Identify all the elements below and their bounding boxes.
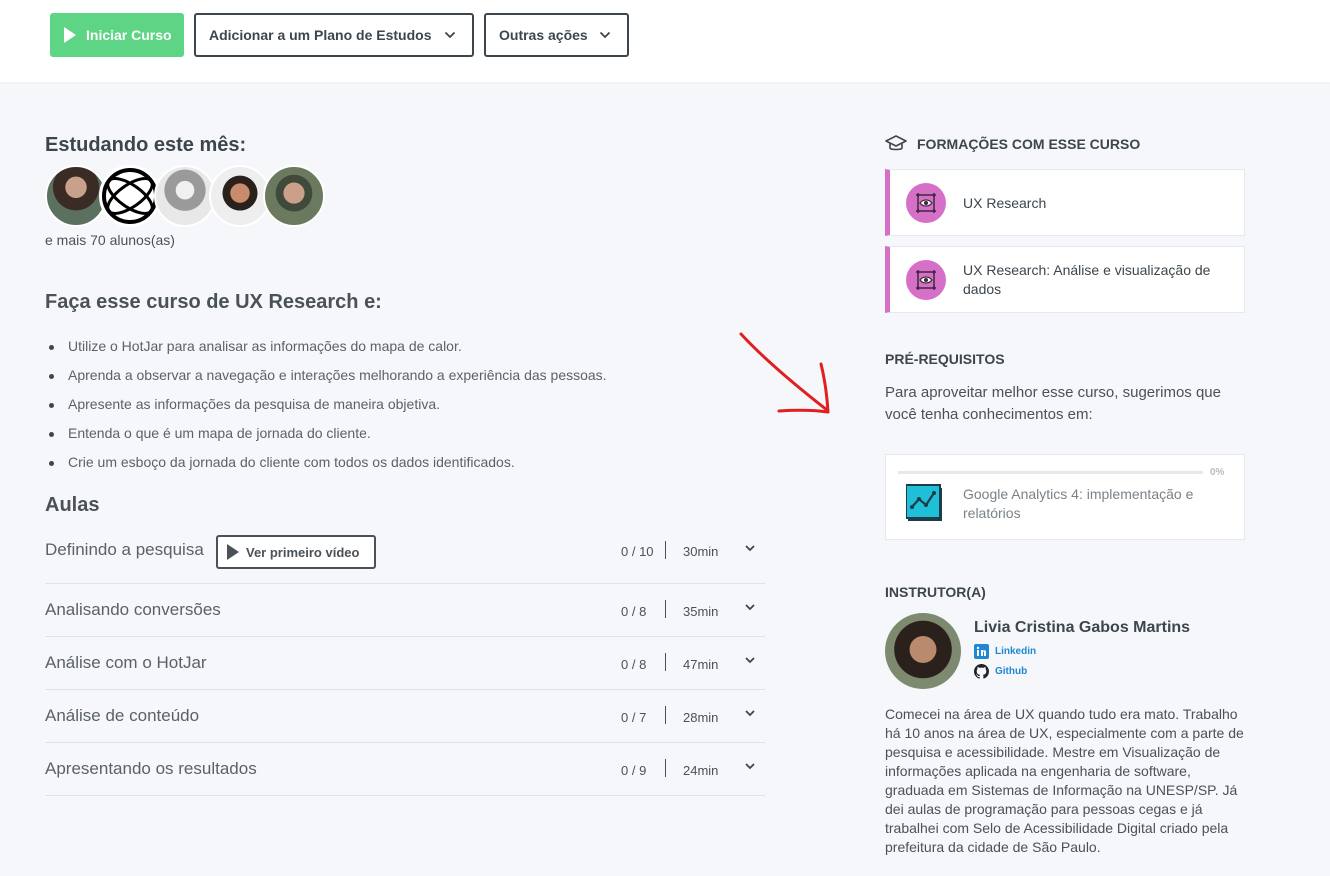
start-course-label: Iniciar Curso xyxy=(86,27,172,43)
lesson-progress-count: 0 / 7 xyxy=(621,710,647,725)
avatar[interactable] xyxy=(209,165,271,227)
lesson-duration: 24min xyxy=(683,763,719,778)
instructor-bio: Comecei na área de UX quando tudo era ma… xyxy=(885,706,1244,855)
lesson-title: Análise de conteúdo xyxy=(45,706,200,725)
avatar[interactable] xyxy=(263,165,325,227)
avatar[interactable] xyxy=(45,165,107,227)
prerequisite-course-title: Google Analytics 4: implementação e rela… xyxy=(963,486,1194,521)
eye-frame-icon xyxy=(906,260,946,300)
formations-heading: FORMAÇÕES COM ESSE CURSO xyxy=(917,136,1141,152)
list-item: Entenda o que é um mapa de jornada do cl… xyxy=(45,425,607,454)
lesson-progress-count: 0 / 9 xyxy=(621,763,647,778)
lesson-duration: 28min xyxy=(683,710,719,725)
action-bar: Iniciar Curso Adicionar a um Plano de Es… xyxy=(0,0,1330,82)
add-to-study-plan-button[interactable]: Adicionar a um Plano de Estudos xyxy=(194,13,474,57)
linkedin-link[interactable]: Linkedin xyxy=(974,644,1036,659)
chevron-down-icon xyxy=(599,31,611,39)
lesson-progress-count: 0 / 8 xyxy=(621,657,647,672)
formation-title: UX Research: Análise e visualização de d… xyxy=(963,262,1211,297)
other-actions-button[interactable]: Outras ações xyxy=(484,13,629,57)
formations-section-title: FORMAÇÕES COM ESSE CURSO xyxy=(885,134,1140,154)
lesson-title: Apresentando os resultados xyxy=(45,759,257,778)
chevron-down-icon xyxy=(745,710,755,717)
list-item: Utilize o HotJar para analisar as inform… xyxy=(45,338,607,367)
course-benefits-heading: Faça esse curso de UX Research e: xyxy=(45,291,382,313)
github-label: Github xyxy=(995,666,1028,677)
linkedin-label: Linkedin xyxy=(995,646,1037,657)
watch-first-video-button[interactable]: Ver primeiro vídeo xyxy=(216,535,376,569)
lesson-progress-count: 0 / 10 xyxy=(621,544,654,559)
instructor-heading: INSTRUTOR(A) xyxy=(885,584,986,600)
lesson-progress-count: 0 / 8 xyxy=(621,604,647,619)
lesson-title: Analisando conversões xyxy=(45,600,221,619)
chevron-down-icon xyxy=(745,763,755,770)
play-icon xyxy=(227,544,239,560)
student-avatars xyxy=(45,165,335,227)
prerequisite-course-card[interactable]: 0% Google Analytics 4: implementação e r… xyxy=(885,454,1245,540)
lessons-heading: Aulas xyxy=(45,494,100,516)
studying-heading: Estudando este mês: xyxy=(45,134,247,156)
other-actions-label: Outras ações xyxy=(499,27,588,43)
start-course-button[interactable]: Iniciar Curso xyxy=(50,13,184,57)
lesson-row[interactable]: Definindo a pesquisa Ver primeiro vídeo … xyxy=(45,527,765,584)
lesson-duration: 47min xyxy=(683,657,719,672)
lessons-list: Definindo a pesquisa Ver primeiro vídeo … xyxy=(45,527,765,796)
more-students-text: e mais 70 alunos(as) xyxy=(45,232,175,248)
github-icon xyxy=(974,664,989,679)
lesson-title: Análise com o HotJar xyxy=(45,653,207,672)
formation-card[interactable]: UX Research xyxy=(885,169,1245,236)
instructor-avatar xyxy=(885,613,961,689)
list-item: Aprenda a observar a navegação e interaç… xyxy=(45,367,607,396)
graduation-cap-icon xyxy=(885,135,907,151)
progress-bar xyxy=(898,471,1203,474)
list-item: Crie um esboço da jornada do cliente com… xyxy=(45,454,607,483)
formation-title: UX Research xyxy=(963,195,1047,211)
lesson-row[interactable]: Análise com o HotJar 0 / 8 47min xyxy=(45,637,765,690)
chevron-down-icon xyxy=(745,657,755,664)
lesson-row[interactable]: Apresentando os resultados 0 / 9 24min xyxy=(45,743,765,796)
avatar[interactable] xyxy=(99,165,161,227)
chevron-down-icon xyxy=(444,31,456,39)
linkedin-icon xyxy=(974,644,989,659)
benefits-list: Utilize o HotJar para analisar as inform… xyxy=(45,338,607,483)
formation-card[interactable]: UX Research: Análise e visualização de d… xyxy=(885,246,1245,313)
instructor-name: Livia Cristina Gabos Martins xyxy=(974,619,1191,636)
prerequisites-text: Para aproveitar melhor esse curso, suger… xyxy=(885,384,1221,423)
chevron-down-icon xyxy=(745,604,755,611)
watch-first-video-label: Ver primeiro vídeo xyxy=(246,544,360,560)
lesson-duration: 30min xyxy=(683,544,719,559)
prerequisites-heading: PRÉ-REQUISITOS xyxy=(885,351,1005,367)
eye-frame-icon xyxy=(906,183,946,223)
lesson-duration: 35min xyxy=(683,604,719,619)
chevron-down-icon xyxy=(745,545,755,552)
lesson-title: Definindo a pesquisa xyxy=(45,540,204,559)
lesson-row[interactable]: Análise de conteúdo 0 / 7 28min xyxy=(45,690,765,743)
github-link[interactable]: Github xyxy=(974,664,1027,679)
progress-percent: 0% xyxy=(1210,467,1225,478)
play-icon xyxy=(64,27,76,43)
annotation-arrow-icon xyxy=(739,332,830,414)
avatar[interactable] xyxy=(154,165,216,227)
lesson-row[interactable]: Analisando conversões 0 / 8 35min xyxy=(45,584,765,637)
list-item: Apresente as informações da pesquisa de … xyxy=(45,396,607,425)
analytics-chart-icon xyxy=(906,484,942,521)
add-to-study-plan-label: Adicionar a um Plano de Estudos xyxy=(209,27,432,43)
